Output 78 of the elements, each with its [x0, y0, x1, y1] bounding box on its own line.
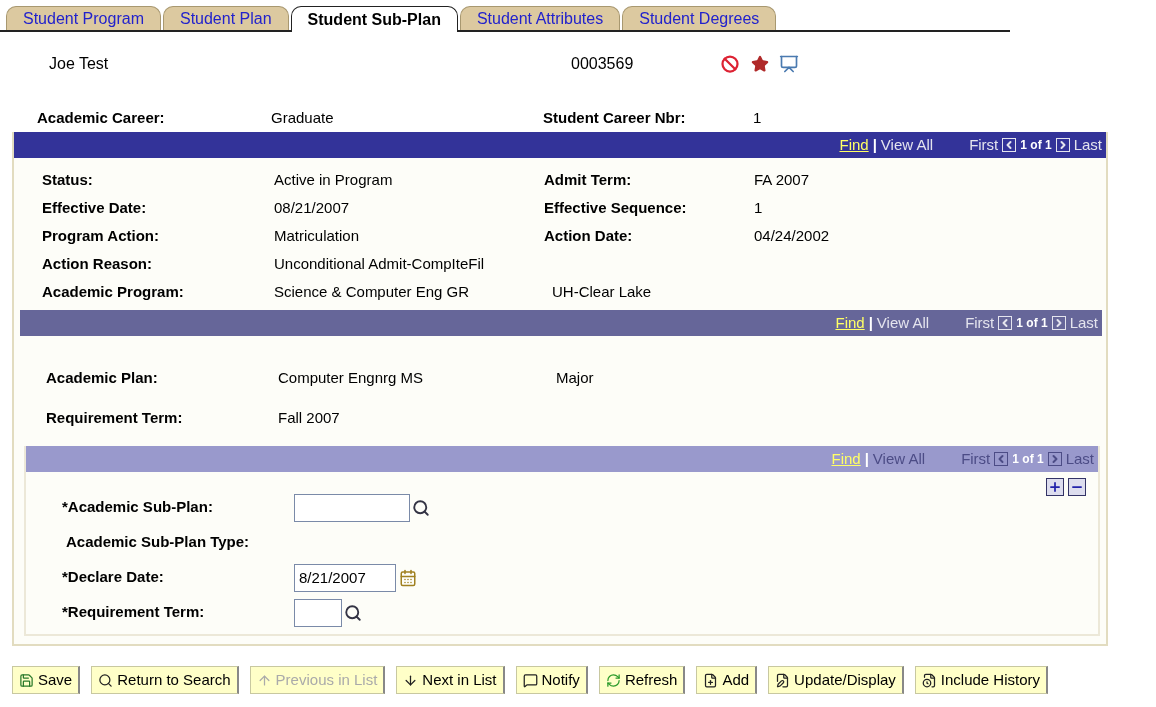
last-link[interactable]: Last	[1073, 133, 1102, 157]
search-icon	[98, 672, 114, 688]
separator: |	[872, 134, 877, 155]
field-label: Action Date:	[544, 225, 634, 246]
refresh-icon	[605, 672, 621, 688]
field-value: Matriculation	[274, 225, 361, 246]
toolbar-button[interactable]: Notify	[515, 666, 588, 694]
down-arrow-icon	[403, 672, 419, 688]
first-link[interactable]: First	[969, 133, 999, 157]
toolbar-button[interactable]: Save	[12, 666, 81, 694]
file-clock-icon	[921, 672, 937, 688]
star-icon[interactable]	[751, 55, 769, 73]
no-entry-icon[interactable]	[721, 55, 739, 73]
projector-screen-icon[interactable]	[779, 54, 799, 74]
message-icon	[522, 672, 538, 688]
record-counter: 1 of 1	[1012, 451, 1044, 468]
field-value: Science & Computer Eng GR	[274, 281, 471, 302]
tab[interactable]: Student Attributes	[459, 6, 621, 30]
field-label: Action Reason:	[42, 253, 153, 274]
toolbar-button[interactable]: Add	[696, 666, 758, 694]
record-counter: 1 of 1	[1016, 315, 1048, 332]
field-label: Academic Sub-Plan Type:	[65, 532, 251, 553]
student-id: 0003569	[571, 54, 635, 74]
field-label: Effective Date:	[42, 197, 148, 218]
field-value: Major	[556, 367, 595, 388]
view-all-link[interactable]: View All	[880, 133, 934, 157]
find-link[interactable]: Find	[835, 311, 865, 335]
tab[interactable]: Student Degrees	[622, 6, 777, 30]
tab[interactable]: Student Sub-Plan	[290, 6, 458, 32]
file-plus-icon	[703, 672, 719, 688]
field-value: 1	[754, 197, 764, 218]
last-link[interactable]: Last	[1069, 311, 1098, 335]
plus-icon	[1048, 480, 1062, 494]
toolbar-button[interactable]: Refresh	[598, 666, 686, 694]
search-icon[interactable]	[344, 603, 362, 622]
field-value: 1	[753, 107, 763, 128]
field-value: UH-Clear Lake	[552, 281, 653, 302]
toolbar-button[interactable]: Next in List	[396, 666, 505, 694]
date-field[interactable]: 8/21/2007	[294, 563, 396, 592]
text-field[interactable]	[294, 493, 410, 522]
student-name: Joe Test	[49, 54, 110, 74]
calendar-icon[interactable]	[399, 568, 417, 587]
field-label: Academic Plan:	[46, 367, 159, 388]
view-all-link[interactable]: View All	[876, 311, 930, 335]
text-field[interactable]	[294, 598, 342, 627]
field-label: *Academic Sub-Plan:	[62, 497, 214, 518]
field-label: Status:	[42, 169, 94, 190]
file-edit-icon	[775, 672, 791, 688]
field-label: Student Career Nbr:	[543, 107, 687, 128]
field-label: *Requirement Term:	[62, 602, 206, 623]
field-label: Academic Program:	[42, 281, 185, 302]
field-value: Unconditional Admit-CompIteFil	[274, 253, 486, 274]
field-label: *Declare Date:	[62, 567, 165, 588]
add-row-button[interactable]	[1046, 478, 1064, 496]
record-counter: 1 of 1	[1020, 137, 1052, 154]
field-value: Fall 2007	[278, 407, 341, 428]
search-icon[interactable]	[412, 498, 430, 517]
field-label: Academic Career:	[37, 107, 166, 128]
field-label: Requirement Term:	[46, 407, 184, 428]
delete-row-button[interactable]	[1068, 478, 1086, 496]
toolbar-button[interactable]: Include History	[914, 666, 1049, 694]
find-link[interactable]: Find	[839, 133, 869, 157]
toolbar-button[interactable]: Return to Search	[91, 666, 239, 694]
field-label: Admit Term:	[544, 169, 633, 190]
field-value: Active in Program	[274, 169, 394, 190]
field-value: 04/24/2002	[754, 225, 831, 246]
toolbar-button[interactable]: Update/Display	[768, 666, 904, 694]
separator: |	[864, 448, 869, 469]
tab[interactable]: Student Program	[6, 6, 161, 30]
tab[interactable]: Student Plan	[162, 6, 289, 30]
first-link[interactable]: First	[965, 311, 995, 335]
field-label: Program Action:	[42, 225, 160, 246]
field-value: Computer Engnrg MS	[278, 367, 425, 388]
field-value: FA 2007	[754, 169, 811, 190]
field-label: Effective Sequence:	[544, 197, 688, 218]
field-value: 08/21/2007	[274, 197, 351, 218]
field-value: Graduate	[271, 107, 335, 128]
separator: |	[868, 312, 873, 333]
